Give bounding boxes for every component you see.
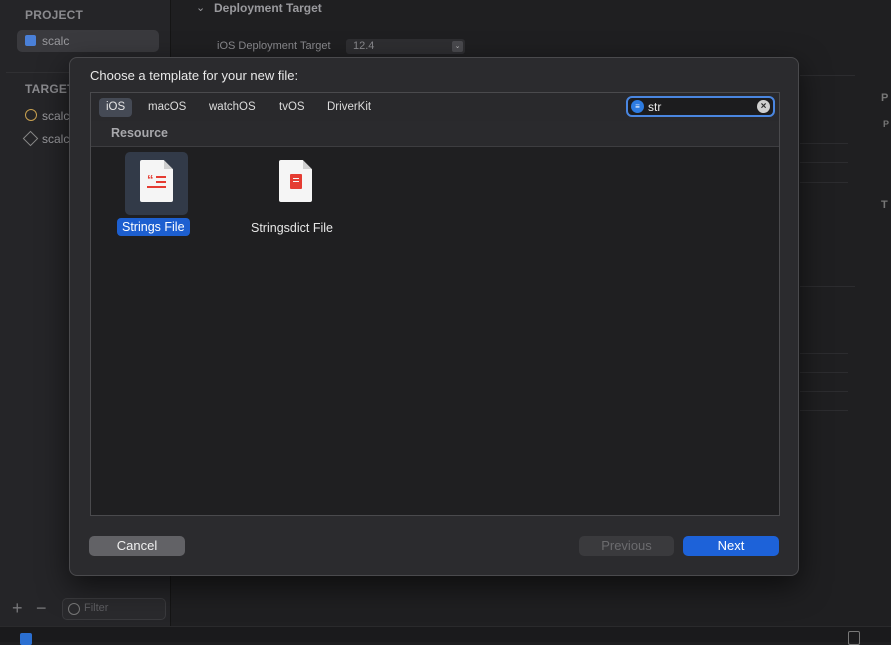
chevron-updown-icon: ⌄ bbox=[452, 41, 463, 52]
search-value: str bbox=[648, 100, 662, 114]
app-target-icon bbox=[25, 109, 37, 121]
divider bbox=[800, 410, 848, 411]
tab-ios[interactable]: iOS bbox=[99, 98, 133, 117]
section-title: Resource bbox=[111, 126, 168, 140]
platform-tabbar: iOS macOS watchOS tvOS DriverKit ≡ str × bbox=[91, 93, 779, 122]
section-header-resource: Resource bbox=[91, 121, 779, 147]
tab-watchos[interactable]: watchOS bbox=[202, 98, 263, 117]
template-search-field[interactable]: ≡ str × bbox=[626, 96, 775, 117]
filter-icon: ≡ bbox=[631, 100, 644, 113]
project-icon bbox=[25, 35, 36, 46]
status-bar bbox=[0, 626, 891, 645]
divider bbox=[800, 286, 855, 287]
chevron-down-icon[interactable]: ⌄ bbox=[196, 1, 205, 14]
right-fragment: T bbox=[881, 199, 888, 211]
inspector-icon[interactable] bbox=[848, 631, 860, 645]
tab-macos[interactable]: macOS bbox=[141, 98, 193, 117]
test-target-icon bbox=[22, 130, 39, 147]
strings-file-icon: “ bbox=[140, 160, 173, 202]
divider bbox=[800, 391, 848, 392]
tab-driverkit[interactable]: DriverKit bbox=[320, 98, 378, 117]
ios-deployment-target-label: iOS Deployment Target bbox=[217, 40, 331, 52]
sheet-title: Choose a template for your new file: bbox=[90, 68, 299, 83]
tab-tvos[interactable]: tvOS bbox=[272, 98, 312, 117]
remove-target-button[interactable]: − bbox=[36, 599, 47, 617]
add-target-button[interactable]: + bbox=[12, 599, 23, 617]
clear-search-icon[interactable]: × bbox=[757, 100, 770, 113]
filter-placeholder: Filter bbox=[84, 602, 109, 614]
right-fragment: P bbox=[881, 92, 889, 104]
ios-deployment-target-select[interactable]: 12.4 ⌄ bbox=[346, 39, 465, 54]
target-label: scalc bbox=[42, 132, 70, 146]
divider bbox=[800, 143, 848, 144]
target-item-tests[interactable]: scalc bbox=[22, 130, 70, 147]
divider bbox=[800, 75, 855, 76]
cancel-button[interactable]: Cancel bbox=[89, 536, 185, 556]
deployment-target-value: 12.4 bbox=[353, 40, 375, 52]
stringsdict-file-icon[interactable] bbox=[279, 160, 312, 202]
project-item-scalc[interactable]: scalc bbox=[17, 30, 159, 52]
project-header: PROJECT bbox=[25, 8, 84, 22]
filter-field[interactable]: Filter bbox=[62, 598, 166, 620]
project-item-label: scalc bbox=[42, 34, 70, 48]
template-panel: iOS macOS watchOS tvOS DriverKit ≡ str ×… bbox=[90, 92, 780, 516]
filter-icon bbox=[68, 603, 80, 615]
divider bbox=[800, 353, 848, 354]
previous-button[interactable]: Previous bbox=[579, 536, 674, 556]
template-label-strings-file[interactable]: Strings File bbox=[117, 218, 190, 236]
divider bbox=[800, 182, 848, 183]
deployment-target-section-title: Deployment Target bbox=[214, 1, 322, 15]
next-button[interactable]: Next bbox=[683, 536, 779, 556]
navigator-icon[interactable] bbox=[20, 633, 32, 645]
template-label-stringsdict-file[interactable]: Stringsdict File bbox=[251, 221, 333, 235]
divider bbox=[800, 372, 848, 373]
new-file-template-sheet: Choose a template for your new file: iOS… bbox=[69, 57, 799, 576]
target-label: scalc bbox=[42, 109, 70, 123]
divider bbox=[800, 162, 848, 163]
target-item-app[interactable]: scalc bbox=[25, 109, 69, 123]
right-fragment: P bbox=[883, 119, 890, 129]
